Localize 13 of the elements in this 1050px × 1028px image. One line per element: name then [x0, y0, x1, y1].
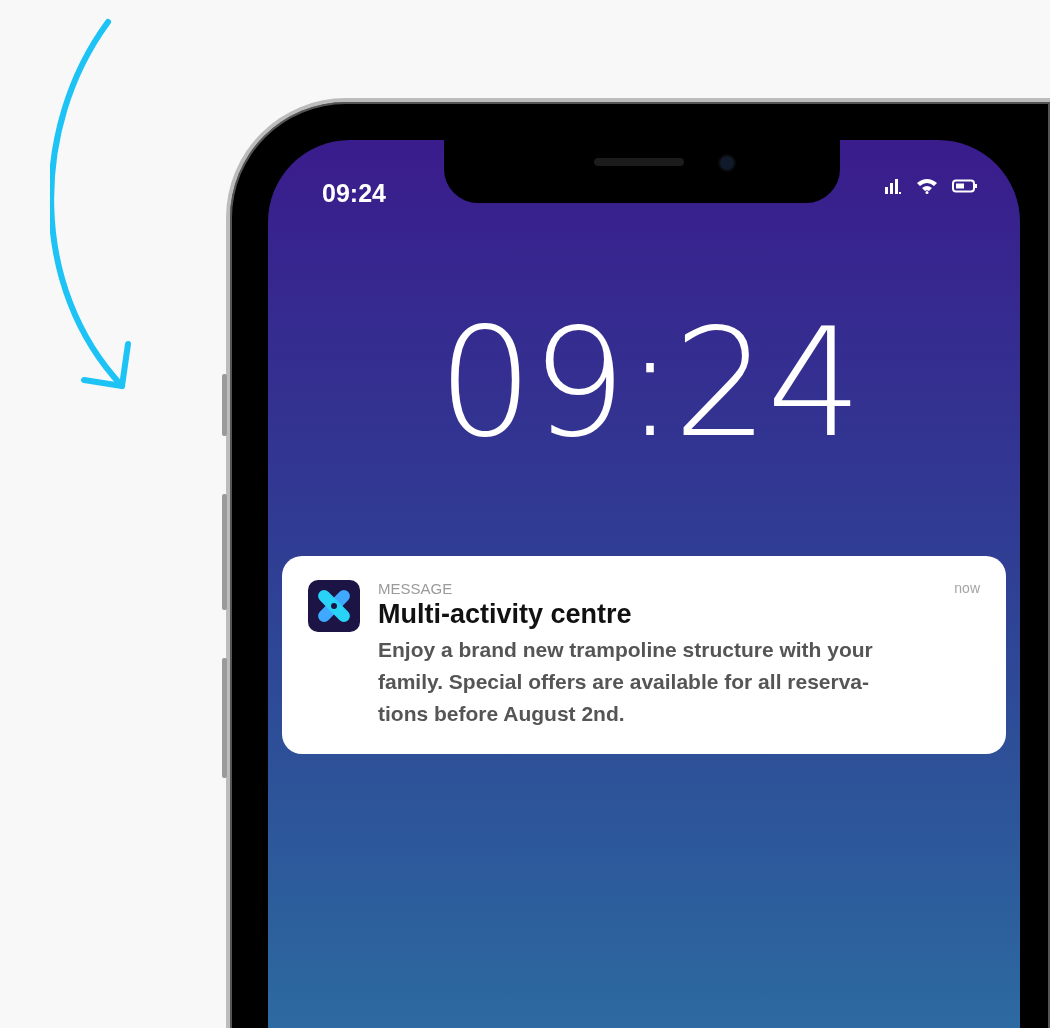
battery-icon — [952, 179, 978, 193]
app-name: MESSAGE — [378, 580, 453, 597]
wifi-icon — [916, 178, 938, 194]
status-time: 09:24 — [322, 178, 386, 208]
notification-title: Multi-activity centre — [378, 599, 633, 630]
notification-card[interactable]: MESSAGE now Multi-activity centre Enjoy a brand new trampoline structure with your family. Special offers are available for all reserva- tions before August 2nd. — [282, 556, 1006, 754]
app-icon — [308, 580, 360, 632]
lock-clock: 09:24 — [436, 308, 862, 458]
signal-icon — [884, 178, 902, 194]
notification-message: Enjoy a brand new trampoline structure with your family. Special offers are available for all reserva- tions before August 2nd. — [378, 637, 874, 727]
speaker-icon — [594, 158, 684, 166]
notification-time: now — [954, 580, 980, 597]
camera-icon — [718, 154, 736, 172]
